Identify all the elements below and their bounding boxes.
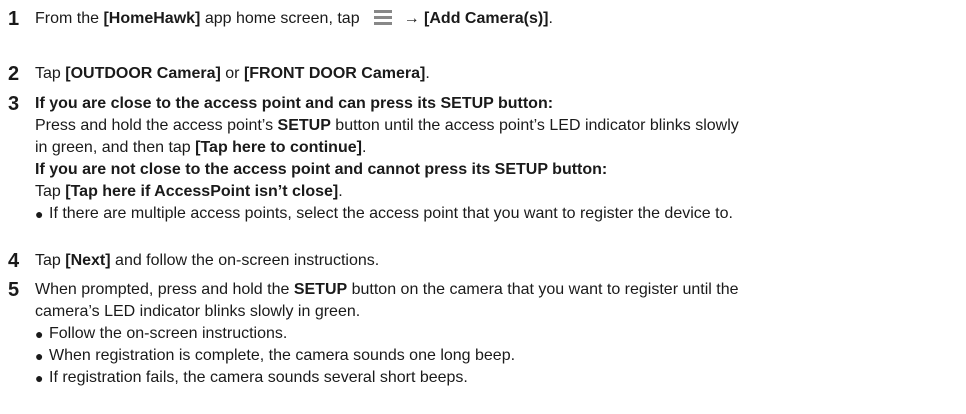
app-name: [HomeHawk] <box>103 10 201 27</box>
step-number: 4 <box>8 250 20 272</box>
text-run: and follow the on-screen instructions. <box>110 252 380 269</box>
text-run: From the <box>35 10 104 27</box>
bullet-icon: ● <box>35 348 44 364</box>
step-text: From the [HomeHawk] app home screen, tap… <box>35 8 960 30</box>
step-body: When prompted, press and hold the SETUP … <box>35 279 960 389</box>
step-body: From the [HomeHawk] app home screen, tap… <box>35 8 960 30</box>
instruction-document: 1 From the [HomeHawk] app home screen, t… <box>0 0 966 414</box>
condition-heading: If you are not close to the access point… <box>35 161 608 178</box>
option-label: [Next] <box>65 252 111 269</box>
bullet-icon: ● <box>35 370 44 386</box>
text-run: . <box>338 183 343 200</box>
step-number: 1 <box>8 8 20 30</box>
bullet-text: If registration fails, the camera sounds… <box>49 369 468 386</box>
option-label: [FRONT DOOR Camera] <box>243 65 426 82</box>
list-item: ● If registration fails, the camera sound… <box>35 367 960 389</box>
text-run: or <box>220 65 244 82</box>
text-run: in green, and then tap <box>35 139 196 156</box>
text-run: Press and hold the access point’s <box>35 117 278 134</box>
list-item: ● If there are multiple access points, se… <box>35 203 960 225</box>
text-run: When prompted, press and hold the <box>35 281 294 298</box>
bullet-text: When registration is complete, the camer… <box>49 347 516 364</box>
button-name: SETUP <box>277 117 331 134</box>
bullet-text: Follow the on-screen instructions. <box>49 325 288 342</box>
step-text: Tap [Next] and follow the on-screen inst… <box>35 250 960 272</box>
step-body: Tap [Next] and follow the on-screen inst… <box>35 250 960 272</box>
condition-heading: If you are close to the access point and… <box>35 95 554 112</box>
step-body: If you are close to the access point and… <box>35 93 960 225</box>
step-text: in green, and then tap [Tap here to cont… <box>35 137 960 159</box>
text-run: Tap <box>35 252 66 269</box>
text-run: app home screen, tap <box>200 10 360 27</box>
option-label: [Tap here to continue] <box>195 139 362 156</box>
step-number: 5 <box>8 279 20 301</box>
option-label: [OUTDOOR Camera] <box>65 65 221 82</box>
bullet-icon: ● <box>35 326 44 342</box>
step-text: Tap [OUTDOOR Camera] or [FRONT DOOR Came… <box>35 63 960 85</box>
list-item: ● When registration is complete, the came… <box>35 345 960 367</box>
step-text: Press and hold the access point’s SETUP … <box>35 115 960 137</box>
step-text: camera’s LED indicator blinks slowly in … <box>35 303 361 320</box>
text-run: button on the camera that you want to re… <box>347 281 739 298</box>
step-text: Tap [Tap here if AccessPoint isn’t close… <box>35 181 960 203</box>
text-run: Tap <box>35 183 66 200</box>
step-text: When prompted, press and hold the SETUP … <box>35 279 960 301</box>
text-run: Tap <box>35 65 66 82</box>
hamburger-menu-icon <box>373 10 392 25</box>
bullet-icon: ● <box>35 206 44 222</box>
step-body: Tap [OUTDOOR Camera] or [FRONT DOOR Came… <box>35 63 960 85</box>
menu-option-label: [Add Camera(s)] <box>424 10 549 27</box>
text-run: button until the access point’s LED indi… <box>330 117 739 134</box>
step-number: 2 <box>8 63 20 85</box>
text-run: . <box>425 65 430 82</box>
option-label: [Tap here if AccessPoint isn’t close] <box>65 183 339 200</box>
list-item: ● Follow the on-screen instructions. <box>35 323 960 345</box>
step-number: 3 <box>8 93 20 115</box>
text-run: . <box>361 139 367 156</box>
bullet-text: If there are multiple access points, sel… <box>49 205 733 222</box>
button-name: SETUP <box>293 281 348 298</box>
text-run: . <box>548 10 553 27</box>
right-arrow-icon: → <box>403 10 420 27</box>
